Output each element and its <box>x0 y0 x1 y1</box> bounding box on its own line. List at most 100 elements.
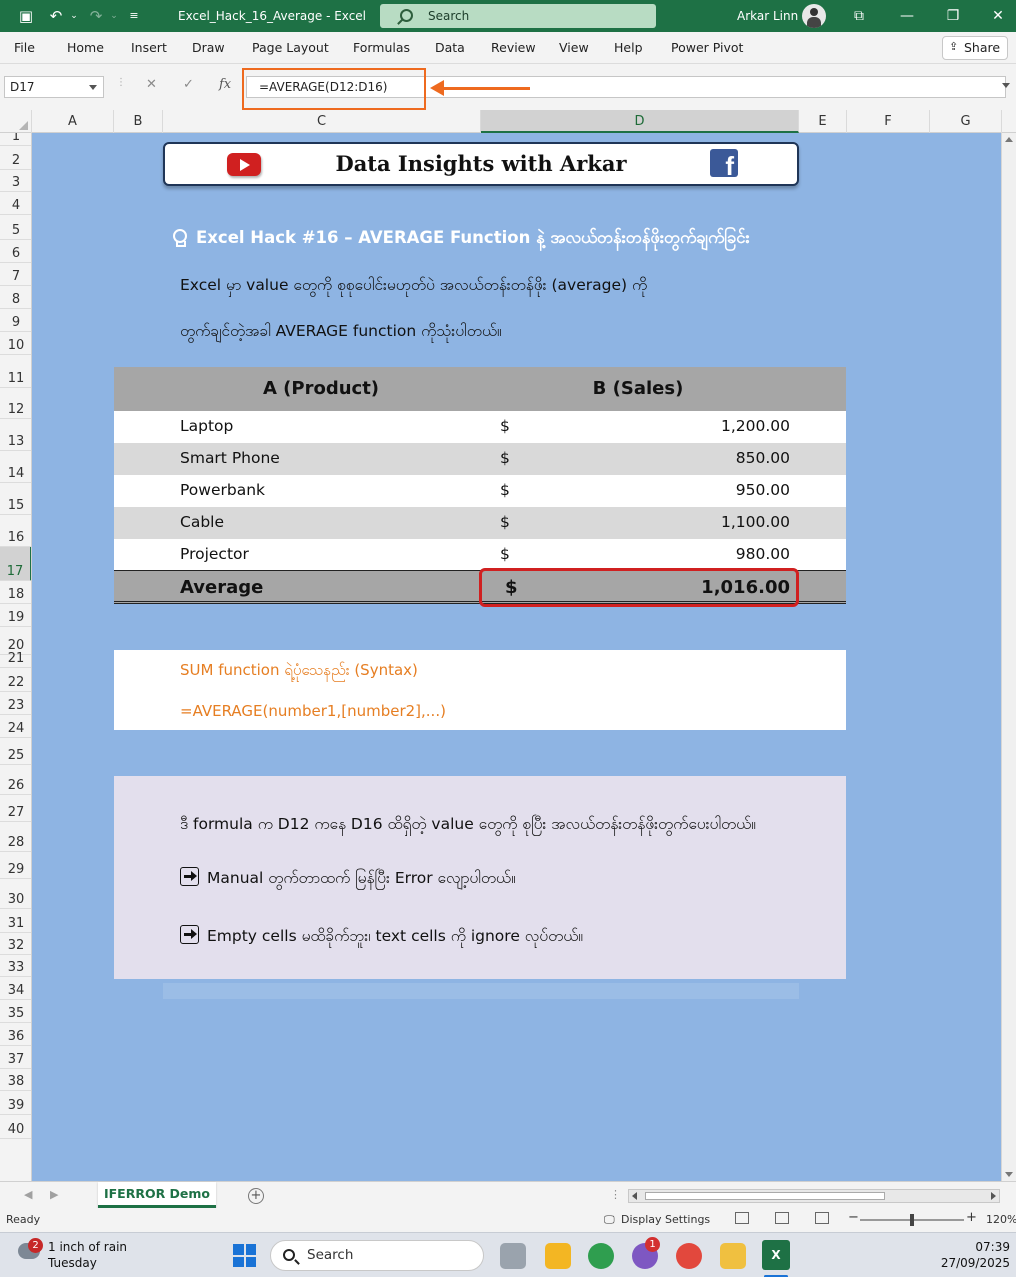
row-header-40[interactable]: 40 <box>0 1115 31 1139</box>
zoom-slider[interactable] <box>860 1214 964 1226</box>
file-explorer-icon[interactable] <box>545 1243 571 1269</box>
row-header-39[interactable]: 39 <box>0 1091 31 1115</box>
chrome-icon[interactable] <box>588 1243 614 1269</box>
next-sheet-icon[interactable]: ▶ <box>50 1188 58 1201</box>
horizontal-scrollbar[interactable] <box>628 1189 1000 1203</box>
row-header-12[interactable]: 12 <box>0 388 31 419</box>
tab-help[interactable]: Help <box>614 40 643 55</box>
redo-icon[interactable]: ↷ <box>86 6 106 26</box>
row-header-8[interactable]: 8 <box>0 286 31 309</box>
vertical-scrollbar[interactable] <box>1001 133 1016 1181</box>
task-view-icon[interactable] <box>500 1243 526 1269</box>
zoom-slider-knob[interactable] <box>910 1214 914 1226</box>
column-header-a[interactable]: A <box>32 110 114 133</box>
row-header-35[interactable]: 35 <box>0 1000 31 1023</box>
avatar[interactable] <box>802 4 826 28</box>
row-header-2[interactable]: 2 <box>0 146 31 170</box>
chrome-profile-icon[interactable] <box>676 1243 702 1269</box>
tab-home[interactable]: Home <box>67 40 104 55</box>
display-settings-icon[interactable]: 🖵 <box>604 1213 615 1227</box>
customize-qat-icon[interactable]: ≡ <box>124 6 144 26</box>
row-header-17[interactable]: 17 <box>0 547 31 581</box>
folder-icon[interactable] <box>720 1243 746 1269</box>
row-header-30[interactable]: 30 <box>0 879 31 909</box>
table-row[interactable]: Projector $980.00 <box>114 539 846 571</box>
row-header-7[interactable]: 7 <box>0 263 31 286</box>
tab-view[interactable]: View <box>559 40 589 55</box>
row-header-26[interactable]: 26 <box>0 765 31 795</box>
user-name[interactable]: Arkar Linn <box>737 0 798 32</box>
display-settings-label[interactable]: Display Settings <box>621 1213 710 1226</box>
row-header-27[interactable]: 27 <box>0 795 31 822</box>
weather-widget[interactable]: 1 inch of rain Tuesday <box>48 1239 127 1271</box>
column-header-g[interactable]: G <box>930 110 1002 133</box>
row-header-6[interactable]: 6 <box>0 240 31 263</box>
restore-button[interactable]: ❐ <box>930 0 976 32</box>
column-header-e[interactable]: E <box>799 110 847 133</box>
share-button[interactable]: ⇪ Share <box>942 36 1008 60</box>
row-header-37[interactable]: 37 <box>0 1046 31 1069</box>
row-header-4[interactable]: 4 <box>0 192 31 215</box>
tab-review[interactable]: Review <box>491 40 536 55</box>
excel-icon[interactable]: X <box>762 1240 790 1270</box>
scroll-left-icon[interactable] <box>632 1192 637 1200</box>
tab-insert[interactable]: Insert <box>131 40 167 55</box>
row-header-3[interactable]: 3 <box>0 170 31 192</box>
row-header-16[interactable]: 16 <box>0 515 31 547</box>
row-header-13[interactable]: 13 <box>0 419 31 451</box>
row-header-28[interactable]: 28 <box>0 822 31 852</box>
close-button[interactable]: ✕ <box>975 0 1016 32</box>
tab-splitter-icon[interactable]: ⋮ <box>610 1188 621 1201</box>
minimize-button[interactable]: — <box>884 0 930 32</box>
save-icon[interactable]: ▣ <box>16 6 36 26</box>
title-search-box[interactable]: Search <box>380 4 656 28</box>
chevron-down-icon[interactable] <box>89 85 97 90</box>
cancel-icon[interactable]: ✕ <box>146 77 157 92</box>
zoom-in-button[interactable]: + <box>966 1210 977 1225</box>
undo-dropdown-icon[interactable]: ⌄ <box>64 6 84 26</box>
table-row[interactable]: Cable $1,100.00 <box>114 507 846 539</box>
expand-formula-bar-icon[interactable] <box>1002 83 1010 88</box>
row-header-18[interactable]: 18 <box>0 581 31 604</box>
sheet-tab-iferror-demo[interactable]: IFERROR Demo <box>98 1182 216 1208</box>
row-header-38[interactable]: 38 <box>0 1069 31 1091</box>
row-header-9[interactable]: 9 <box>0 309 31 332</box>
row-header-22[interactable]: 22 <box>0 668 31 692</box>
column-header-b[interactable]: B <box>114 110 163 133</box>
tab-formulas[interactable]: Formulas <box>353 40 410 55</box>
add-sheet-icon[interactable]: + <box>248 1188 264 1204</box>
page-layout-view-icon[interactable] <box>775 1212 789 1224</box>
normal-view-icon[interactable] <box>735 1212 749 1224</box>
column-header-c[interactable]: C <box>163 110 481 133</box>
tab-page-layout[interactable]: Page Layout <box>252 40 329 55</box>
undo-icon[interactable]: ↶ <box>46 6 66 26</box>
zoom-level[interactable]: 120% <box>986 1213 1016 1226</box>
row-header-5[interactable]: 5 <box>0 215 31 240</box>
tab-file[interactable]: File <box>14 40 35 55</box>
row-header-31[interactable]: 31 <box>0 909 31 933</box>
table-row[interactable]: Laptop $1,200.00 <box>114 411 846 443</box>
row-header-14[interactable]: 14 <box>0 451 31 483</box>
row-header-36[interactable]: 36 <box>0 1023 31 1046</box>
row-header-11[interactable]: 11 <box>0 355 31 388</box>
scroll-thumb[interactable] <box>645 1192 885 1200</box>
system-clock[interactable]: 07:39 27/09/2025 <box>930 1239 1010 1271</box>
prev-sheet-icon[interactable]: ◀ <box>24 1188 32 1201</box>
enter-icon[interactable]: ✓ <box>183 77 194 92</box>
row-header-25[interactable]: 25 <box>0 738 31 765</box>
row-header-32[interactable]: 32 <box>0 933 31 955</box>
row-header-19[interactable]: 19 <box>0 604 31 627</box>
row-header-15[interactable]: 15 <box>0 483 31 515</box>
zoom-out-button[interactable]: − <box>848 1210 859 1225</box>
taskbar-search-input[interactable]: Search <box>270 1240 484 1271</box>
row-header-24[interactable]: 24 <box>0 715 31 738</box>
page-break-view-icon[interactable] <box>815 1212 829 1224</box>
ribbon-display-options-icon[interactable]: ⧉ <box>836 0 882 32</box>
row-header-29[interactable]: 29 <box>0 852 31 879</box>
row-header-23[interactable]: 23 <box>0 692 31 715</box>
row-header-1[interactable]: 1 <box>0 133 31 146</box>
tab-draw[interactable]: Draw <box>192 40 225 55</box>
tab-power-pivot[interactable]: Power Pivot <box>671 40 743 55</box>
table-row[interactable]: Smart Phone $850.00 <box>114 443 846 475</box>
row-header-21[interactable]: 21 <box>0 651 31 668</box>
